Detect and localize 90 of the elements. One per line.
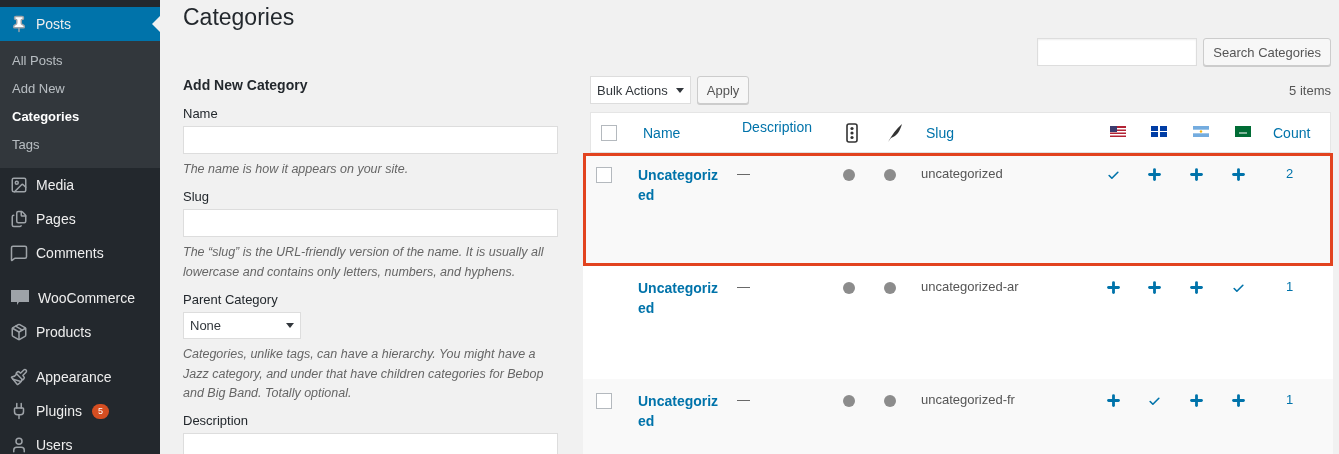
field-hint: Categories, unlike tags, can have a hierarchy. You might have a Jazz category, and under that have children categories for Bebop and Big Band. Totally optional.: [183, 346, 545, 402]
menu-label: Appearance: [36, 369, 112, 385]
input-field[interactable]: [183, 209, 558, 238]
menu-label: Users: [36, 437, 73, 453]
status-dot-icon: [843, 395, 855, 407]
field-hint: The name is how it appears on your site.: [183, 161, 410, 178]
plus-icon[interactable]: [1188, 279, 1205, 296]
plus-icon[interactable]: [1105, 279, 1122, 296]
menu-item[interactable]: Products: [0, 315, 160, 349]
column-header[interactable]: Name: [643, 124, 742, 141]
menu-label: Plugins: [36, 403, 82, 419]
menu-item[interactable]: Comments: [0, 236, 160, 270]
items-count: 5 items: [1289, 82, 1331, 98]
box-icon: [10, 323, 28, 341]
flag-icon: [1110, 126, 1126, 137]
caret-icon: [286, 323, 294, 329]
menu-item[interactable]: Posts: [0, 7, 160, 41]
traffic-light-icon: [846, 122, 858, 143]
menu-label: Comments: [36, 245, 104, 261]
table-cell-text: uncategorized-ar: [921, 279, 1020, 294]
input-field[interactable]: [183, 126, 558, 154]
menu-label: Pages: [36, 211, 76, 227]
plus-icon[interactable]: [1188, 166, 1205, 183]
plus-icon[interactable]: [1230, 166, 1247, 183]
plus-icon[interactable]: [1188, 392, 1205, 409]
count-badge: 5: [91, 403, 109, 419]
paintbrush-icon: [10, 368, 28, 386]
apply-button[interactable]: Apply: [696, 76, 750, 104]
status-dot-icon: [884, 169, 896, 181]
count-link[interactable]: 1: [1268, 279, 1330, 294]
submenu-item[interactable]: All Posts: [0, 48, 160, 76]
count-link[interactable]: 1: [1268, 392, 1330, 407]
plus-icon[interactable]: [1146, 279, 1163, 296]
menu-item[interactable]: Users: [0, 428, 160, 454]
category-name-link[interactable]: Uncategorized: [638, 392, 737, 432]
flag-icon: [1151, 126, 1167, 137]
media-icon: [10, 176, 28, 194]
menu-item[interactable]: Plugins 5: [0, 394, 160, 428]
menu-item[interactable]: Pages: [0, 202, 160, 236]
status-dot-icon: [843, 282, 855, 294]
plus-icon[interactable]: [1146, 166, 1163, 183]
row-checkbox[interactable]: [596, 393, 612, 409]
menu-label: Posts: [36, 16, 71, 32]
field-label: Parent Category: [183, 292, 279, 308]
status-dot-icon: [843, 169, 855, 181]
chat-bubble-icon: [10, 289, 30, 307]
bulk-actions-select[interactable]: Bulk Actions: [590, 76, 691, 104]
menu-label: Products: [36, 324, 92, 340]
pin-icon: [10, 15, 28, 33]
menu-item[interactable]: WooCommerce: [0, 281, 160, 315]
field-hint: The “slug” is the URL-friendly version of the name. It is usually all lowercase and contains only letters, numbers, and hyphens.: [183, 244, 545, 281]
page-title: Categories: [183, 4, 296, 31]
pages-icon: [10, 210, 28, 228]
feather-icon: [887, 122, 903, 143]
speech-bubble-icon: [10, 244, 28, 262]
table-cell-text: —: [737, 166, 751, 181]
column-header[interactable]: Slug: [926, 124, 1110, 141]
parent-select[interactable]: None: [183, 312, 301, 340]
search-button[interactable]: Search Categories: [1203, 38, 1331, 66]
select-all-checkbox[interactable]: [601, 125, 617, 141]
field-label: Slug: [183, 189, 211, 205]
category-name-link[interactable]: Uncategorized: [638, 166, 737, 206]
caret-icon: [675, 87, 684, 93]
status-dot-icon: [884, 282, 896, 294]
menu-item[interactable]: Appearance: [0, 360, 160, 394]
count-link[interactable]: 2: [1268, 166, 1330, 181]
menu-label: Media: [36, 177, 75, 193]
submenu-item[interactable]: Categories: [0, 104, 160, 132]
submenu-item[interactable]: Tags: [0, 132, 160, 160]
user-icon: [10, 436, 28, 454]
flag-icon: [1193, 126, 1209, 137]
category-name-link[interactable]: Uncategorized: [638, 279, 737, 319]
menu-label: WooCommerce: [38, 290, 135, 306]
plus-icon[interactable]: [1230, 392, 1247, 409]
menu-item[interactable]: Media: [0, 168, 160, 202]
table-cell-text: uncategorized-fr: [921, 392, 1016, 407]
search-field[interactable]: [1037, 38, 1198, 66]
table-cell-text: —: [737, 279, 751, 294]
flag-icon: [1235, 126, 1251, 137]
form-title: Add New Category: [183, 77, 309, 93]
column-header[interactable]: Count: [1273, 124, 1330, 141]
status-dot-icon: [884, 395, 896, 407]
plus-icon[interactable]: [1105, 392, 1122, 409]
column-header[interactable]: Description: [742, 119, 846, 135]
table-cell-text: —: [737, 392, 751, 407]
field-label: Description: [183, 413, 250, 429]
row-checkbox[interactable]: [596, 167, 612, 183]
field-label: Name: [183, 106, 219, 121]
submenu-item[interactable]: Add New: [0, 76, 160, 104]
table-cell-text: uncategorized: [921, 166, 1004, 181]
